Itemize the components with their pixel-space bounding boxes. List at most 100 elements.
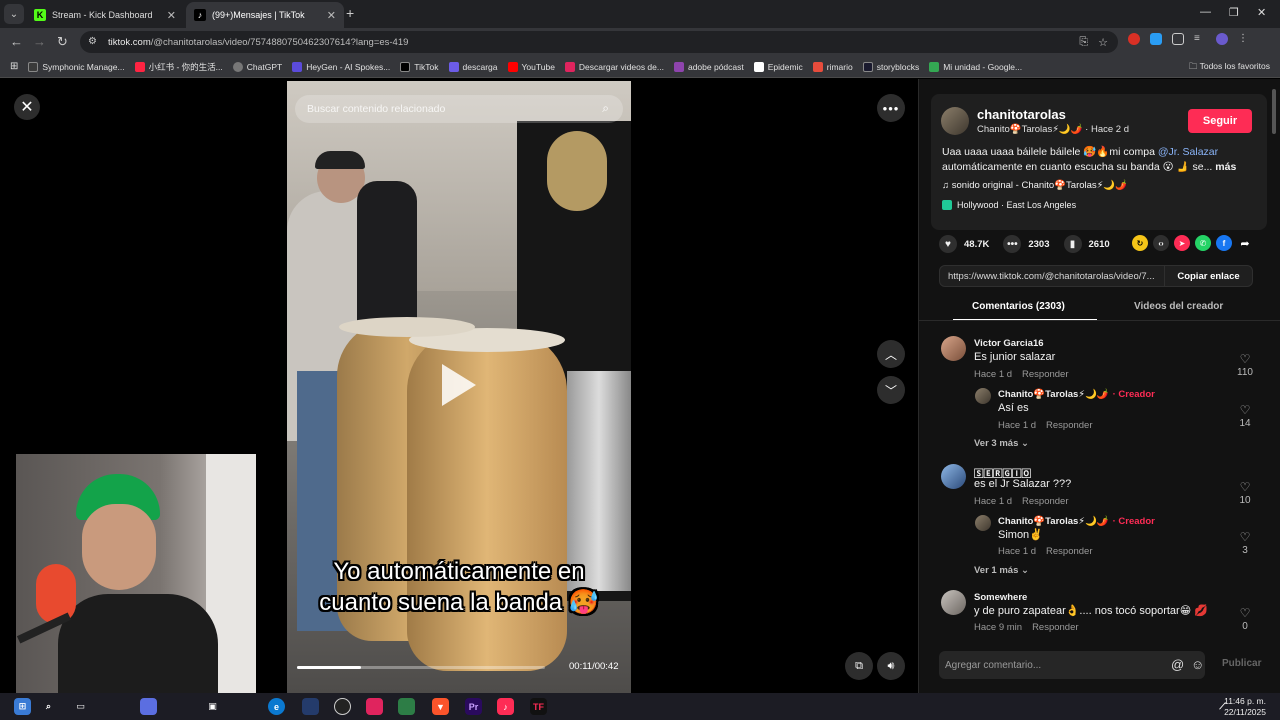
brave-icon[interactable]: ▼ <box>432 698 449 715</box>
profile-avatar-icon[interactable] <box>1216 33 1228 45</box>
minimize-icon[interactable]: — <box>1200 6 1211 18</box>
bookmark-item[interactable]: TikTok <box>400 61 439 72</box>
related-search-input[interactable]: Buscar contenido relacionado ⌕ <box>295 95 623 123</box>
reply-button[interactable]: Responder <box>1046 546 1092 557</box>
cast-icon[interactable]: ⎘ <box>1079 36 1088 49</box>
repost-icon[interactable]: ↻ <box>1132 235 1148 251</box>
bookmark-item[interactable]: HeyGen - AI Spokes... <box>292 61 390 72</box>
bookmark-item[interactable]: Descargar videos de... <box>564 61 664 72</box>
reply-button[interactable]: Responder <box>1022 369 1068 380</box>
tiktok-icon[interactable]: ♪ <box>497 698 514 715</box>
more-options-icon[interactable]: ••• <box>877 94 905 122</box>
author-avatar[interactable] <box>941 107 969 135</box>
reload-icon[interactable]: ↻ <box>57 34 68 50</box>
play-icon[interactable] <box>442 364 476 406</box>
comment-like-button[interactable]: ♡ 110 <box>1233 352 1257 378</box>
all-bookmarks-folder[interactable]: 🗀 Todos los favoritos <box>1189 61 1270 75</box>
back-icon[interactable]: ← <box>10 34 23 49</box>
scrollbar-thumb[interactable] <box>1272 89 1276 134</box>
mention-link[interactable]: @Jr. Salazar <box>1158 146 1218 158</box>
bookmark-item[interactable]: adobe pódcast <box>673 61 744 72</box>
copy-link-button[interactable]: Copiar enlace <box>1164 266 1252 286</box>
system-clock[interactable]: 11:46 p. m. 22/11/2025 <box>1224 696 1266 718</box>
comment-like-button[interactable]: ♡ 14 <box>1233 403 1257 429</box>
previous-video-chevron-up-icon[interactable]: ︿ <box>877 340 905 368</box>
bookmark-star-icon[interactable]: ☆ <box>1098 36 1108 49</box>
add-comment-input[interactable]: Agregar comentario... @ ☺ <box>939 651 1205 679</box>
site-info-icon[interactable]: ⚙ <box>88 36 100 48</box>
task-view-icon[interactable]: ▭ <box>72 698 89 715</box>
next-video-chevron-down-icon[interactable]: ﹀ <box>877 376 905 404</box>
bookmark-item[interactable]: Epidemic <box>753 61 803 72</box>
media-control-icon[interactable]: ≡ <box>1194 33 1206 45</box>
app-icon[interactable] <box>398 698 415 715</box>
commenter-avatar[interactable] <box>941 336 966 361</box>
search-icon[interactable]: ⌕ <box>602 101 609 116</box>
like-button[interactable]: ♥ 48.7K <box>939 235 989 253</box>
url-bar[interactable]: ⚙ tiktok.com/@chanitotarolas/video/75748… <box>80 31 1118 53</box>
bookmark-item[interactable]: storyblocks <box>862 61 919 72</box>
app-icon[interactable] <box>366 698 383 715</box>
obs-icon[interactable] <box>334 698 351 715</box>
app-icon[interactable]: ▣ <box>204 698 221 715</box>
new-tab-icon[interactable]: + <box>346 5 354 21</box>
facebook-icon[interactable]: f <box>1216 235 1232 251</box>
commenter-name[interactable]: Victor Garcia16 <box>974 338 1044 349</box>
creator-avatar[interactable] <box>975 388 991 404</box>
premiere-icon[interactable]: Pr <box>465 698 482 715</box>
start-icon[interactable]: ⊞ <box>14 698 31 715</box>
forward-icon[interactable]: → <box>33 34 46 49</box>
comment-like-button[interactable]: ♡ 3 <box>1233 530 1257 556</box>
bookmark-item[interactable]: ChatGPT <box>232 61 282 72</box>
save-button[interactable]: ▮ 2610 <box>1063 235 1110 253</box>
embed-icon[interactable]: ‹› <box>1153 235 1169 251</box>
whatsapp-icon[interactable]: ✆ <box>1195 235 1211 251</box>
pip-icon[interactable]: ⧉ <box>845 652 873 680</box>
video-player[interactable]: Buscar contenido relacionado ⌕ Yo automá… <box>287 81 631 693</box>
record-extension-icon[interactable] <box>1128 33 1140 45</box>
apps-grid-icon[interactable]: ⊞ <box>10 61 18 72</box>
emoji-icon[interactable]: ☺ <box>1191 657 1204 672</box>
close-tab-icon[interactable]: ✕ <box>167 9 176 22</box>
creator-avatar[interactable] <box>975 515 991 531</box>
sound-link[interactable]: ♫ sonido original - Chanito🍄Tarolas⚡🌙🌶️ <box>942 180 1127 191</box>
search-icon[interactable]: ⌕ <box>40 698 57 715</box>
reply-button[interactable]: Responder <box>1022 496 1068 507</box>
bookmark-item[interactable]: 小红书 - 你的生活... <box>134 61 223 73</box>
close-tab-icon[interactable]: ✕ <box>327 9 336 22</box>
publish-button[interactable]: Publicar <box>1222 658 1261 669</box>
edge-icon[interactable]: e <box>268 698 285 715</box>
commenter-avatar[interactable] <box>941 590 966 615</box>
commenter-name[interactable]: Chanito🍄Tarolas⚡🌙🌶️ · Creador <box>998 389 1155 400</box>
see-more-replies-button[interactable]: Ver 1 más ⌄ <box>974 565 1029 576</box>
panel-scrollbar[interactable] <box>1271 89 1277 689</box>
comment-like-button[interactable]: ♡ 10 <box>1233 480 1257 506</box>
more-button[interactable]: más <box>1215 161 1236 173</box>
bookmark-item[interactable]: rimario <box>812 61 853 72</box>
bookmark-item[interactable]: descarga <box>448 61 498 72</box>
volume-icon[interactable]: 🔊︎ <box>877 652 905 680</box>
send-icon[interactable]: ➤ <box>1174 235 1190 251</box>
follow-button[interactable]: Seguir <box>1188 109 1252 133</box>
commenter-name[interactable]: Chanito🍄Tarolas⚡🌙🌶️ · Creador <box>998 516 1155 527</box>
app-icon[interactable]: TF <box>530 698 547 715</box>
comment-like-button[interactable]: ♡ 0 <box>1233 606 1257 632</box>
tab-tiktok[interactable]: ♪ (99+)Mensajes | TikTok ✕ <box>186 2 344 28</box>
mention-at-icon[interactable]: @ <box>1171 657 1184 672</box>
tab-search-icon[interactable]: ⌄ <box>4 4 24 24</box>
see-more-replies-button[interactable]: Ver 3 más ⌄ <box>974 438 1029 449</box>
reply-button[interactable]: Responder <box>1032 622 1078 633</box>
menu-kebab-icon[interactable]: ⋮ <box>1238 33 1250 45</box>
bookmark-item[interactable]: Mi unidad - Google... <box>929 61 1022 72</box>
close-window-icon[interactable]: ✕ <box>1257 6 1266 19</box>
tab-creator-videos[interactable]: Videos del creador <box>1134 301 1223 312</box>
app-icon[interactable] <box>140 698 157 715</box>
tab-comments[interactable]: Comentarios (2303) <box>972 301 1065 312</box>
tab-kick-dashboard[interactable]: K Stream - Kick Dashboard ✕ <box>26 2 184 28</box>
video-progress-bar[interactable] <box>297 666 545 669</box>
extension-icon[interactable] <box>1150 33 1162 45</box>
commenter-name[interactable]: Somewhere <box>974 592 1027 603</box>
commenter-avatar[interactable] <box>941 464 966 489</box>
app-icon[interactable] <box>302 698 319 715</box>
bookmark-item[interactable]: YouTube <box>507 61 555 72</box>
